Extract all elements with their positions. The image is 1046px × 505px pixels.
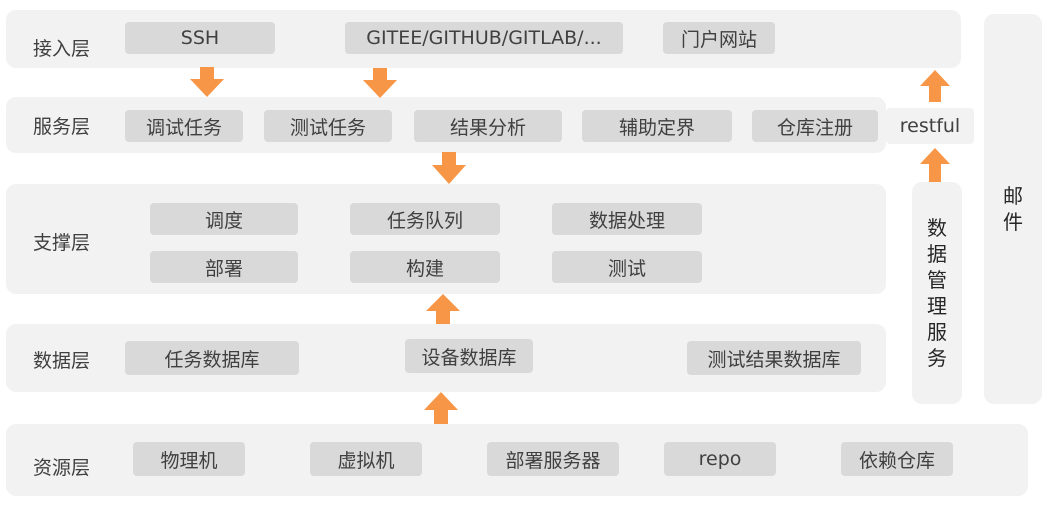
- data-item-test-result-db: 测试结果数据库: [687, 341, 861, 375]
- resource-item-physical: 物理机: [133, 442, 245, 476]
- access-item-ssh: SSH: [125, 22, 275, 54]
- support-item-build: 构建: [350, 251, 500, 283]
- support-item-task-queue: 任务队列: [350, 203, 500, 235]
- support-item-test: 测试: [552, 251, 702, 283]
- restful-box: restful: [886, 108, 974, 144]
- arrow-down-icon: [432, 152, 466, 184]
- arrow-down-icon: [363, 68, 397, 98]
- data-mgmt-char: 务: [927, 346, 947, 370]
- support-item-data-processing: 数据处理: [552, 203, 702, 235]
- mail-char: 件: [1003, 210, 1023, 234]
- resource-item-deploy-server: 部署服务器: [487, 442, 619, 476]
- support-item-deploy: 部署: [150, 251, 298, 283]
- service-item-debug: 调试任务: [125, 110, 243, 142]
- service-item-test: 测试任务: [264, 110, 392, 142]
- arrow-up-icon: [426, 294, 460, 324]
- resource-item-repo: repo: [664, 442, 776, 476]
- resource-layer-label: 资源层: [33, 457, 91, 479]
- access-item-portal: 门户网站: [663, 22, 775, 54]
- support-layer-label: 支撑层: [33, 232, 91, 254]
- resource-item-dep-repo: 依赖仓库: [841, 442, 953, 476]
- data-mgmt-char: 理: [927, 294, 947, 318]
- arrow-up-icon: [920, 148, 950, 182]
- mail-char: 邮: [1003, 184, 1023, 208]
- data-mgmt-char: 服: [927, 320, 947, 344]
- data-layer-label: 数据层: [33, 350, 91, 372]
- service-item-locate: 辅助定界: [582, 110, 732, 142]
- data-mgmt-char: 管: [927, 268, 947, 292]
- data-mgmt-char: 据: [927, 242, 947, 266]
- service-item-repo-register: 仓库注册: [752, 110, 878, 142]
- data-management-service: 数 据 管 理 服 务: [912, 182, 962, 404]
- resource-item-vm: 虚拟机: [310, 442, 422, 476]
- service-layer-label: 服务层: [33, 116, 91, 138]
- access-layer-label: 接入层: [33, 38, 91, 60]
- access-item-git: GITEE/GITHUB/GITLAB/...: [345, 22, 623, 54]
- data-item-device-db: 设备数据库: [405, 339, 533, 373]
- data-mgmt-char: 数: [927, 216, 947, 240]
- arrow-up-icon: [424, 392, 458, 424]
- data-item-task-db: 任务数据库: [125, 341, 299, 375]
- arrow-up-icon: [920, 70, 950, 102]
- support-item-schedule: 调度: [150, 203, 298, 235]
- arrow-down-icon: [190, 67, 224, 97]
- mail-column: 邮 件: [984, 14, 1042, 404]
- service-item-analysis: 结果分析: [414, 110, 562, 142]
